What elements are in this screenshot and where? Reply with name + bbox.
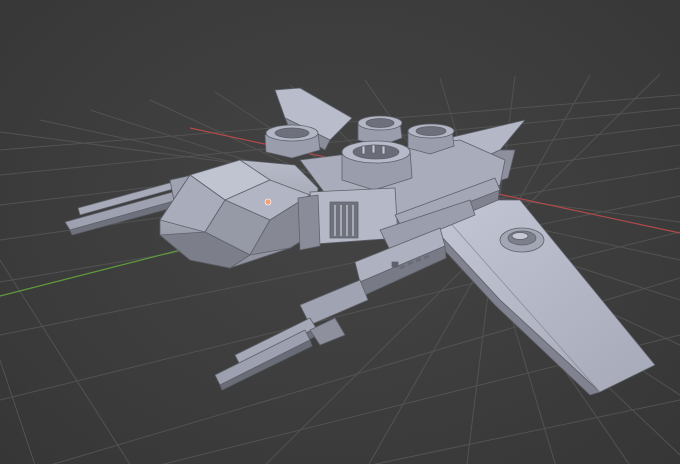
viewport-canvas[interactable] [0, 0, 680, 464]
floor-grid [0, 73, 680, 464]
3d-viewport[interactable] [0, 0, 680, 464]
object-origin-dot[interactable] [264, 198, 272, 206]
y-axis-line [0, 244, 201, 297]
lower-cannons [214, 279, 369, 391]
spaceship-mesh[interactable] [64, 87, 656, 396]
